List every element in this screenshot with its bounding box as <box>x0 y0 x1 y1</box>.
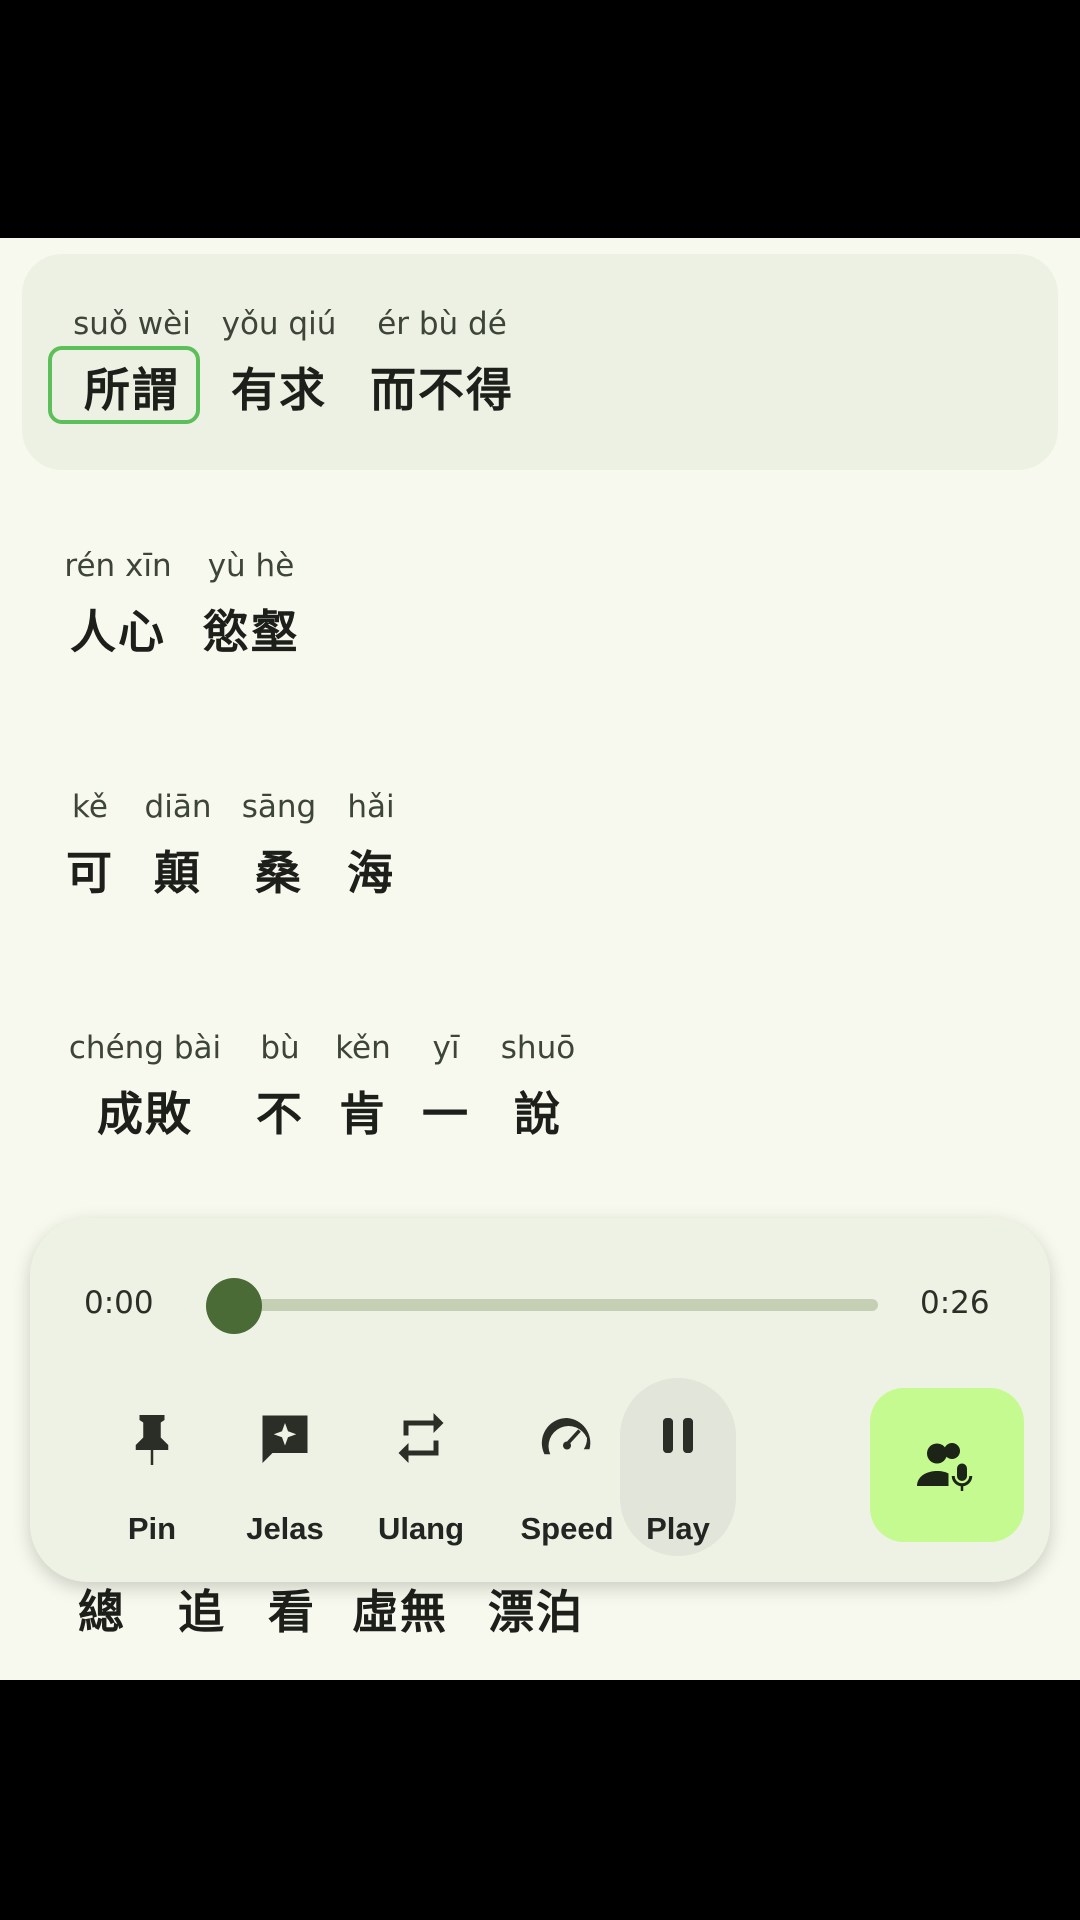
lyric-line[interactable]: chéng bài 成敗 bù 不 kěn 肯 yī 一 shuō 說 <box>0 1030 1080 1150</box>
repeat-icon <box>398 1413 444 1463</box>
hanzi: 可 <box>66 846 114 900</box>
lyric-line-partial[interactable]: 總 追 看 虛無 漂泊 <box>0 1576 1080 1680</box>
play-button[interactable]: Play <box>613 1403 743 1553</box>
total-time: 0:26 <box>920 1285 990 1321</box>
hanzi: 桑 <box>255 846 303 900</box>
hanzi: 慾壑 <box>203 605 299 659</box>
hanzi: 有求 <box>231 363 327 417</box>
pinyin: yī <box>432 1030 460 1066</box>
ulang-button[interactable]: Ulang <box>356 1403 486 1553</box>
hanzi: 總 <box>78 1585 126 1639</box>
hanzi: 虛無 <box>352 1585 448 1639</box>
current-time: 0:00 <box>84 1285 154 1321</box>
hanzi: 漂泊 <box>488 1585 584 1639</box>
active-word-highlight <box>48 346 200 424</box>
ulang-label: Ulang <box>377 1511 465 1546</box>
seek-thumb[interactable] <box>206 1278 262 1334</box>
lyrics-screen: suǒ wèi 所謂 yǒu qiú 有求 ér bù dé 而不得 rén x… <box>0 238 1080 1680</box>
hanzi: 看 <box>268 1585 316 1639</box>
pin-icon <box>135 1415 169 1465</box>
people-mic-icon <box>917 1443 973 1491</box>
hanzi: 一 <box>422 1087 470 1141</box>
pinyin: suǒ wèi <box>73 306 191 342</box>
sparkle-chat-icon <box>262 1415 308 1463</box>
pinyin: hǎi <box>347 789 395 825</box>
hanzi: 成敗 <box>97 1087 193 1141</box>
pinyin: chéng bài <box>68 1030 222 1066</box>
pinyin: bù <box>260 1030 300 1066</box>
lyric-line[interactable]: kě 可 diān 顛 sāng 桑 hǎi 海 <box>0 789 1080 909</box>
hanzi: 海 <box>347 846 395 900</box>
pin-button[interactable]: Pin <box>87 1403 217 1553</box>
pinyin: ér bù dé <box>377 306 507 342</box>
pinyin: yù hè <box>207 548 295 584</box>
lyric-line-active[interactable]: suǒ wèi 所謂 yǒu qiú 有求 ér bù dé 而不得 <box>22 254 1058 470</box>
hanzi: 不 <box>256 1087 304 1141</box>
pinyin: sāng <box>241 789 317 825</box>
hanzi: 人心 <box>70 605 166 659</box>
play-label: Play <box>646 1511 710 1546</box>
speedometer-icon <box>541 1417 591 1455</box>
hanzi: 追 <box>178 1585 226 1639</box>
hanzi: 而不得 <box>370 363 514 417</box>
pinyin: kěn <box>335 1030 391 1066</box>
hanzi: 說 <box>514 1087 562 1141</box>
hanzi: 肯 <box>339 1087 387 1141</box>
pinyin: rén xīn <box>64 548 172 584</box>
pinyin: shuō <box>500 1030 576 1066</box>
pinyin: diān <box>144 789 212 825</box>
player-panel: 0:00 0:26 Pin Jelas Ulang Speed Play <box>30 1218 1050 1582</box>
seek-bar[interactable] <box>210 1299 878 1311</box>
voice-button[interactable] <box>870 1388 1024 1542</box>
hanzi: 顛 <box>154 846 202 900</box>
pinyin: yǒu qiú <box>221 306 337 342</box>
pause-icon <box>663 1418 693 1453</box>
pinyin: kě <box>72 789 108 825</box>
jelas-button[interactable]: Jelas <box>220 1403 350 1553</box>
lyric-line[interactable]: rén xīn 人心 yù hè 慾壑 <box>0 548 1080 668</box>
